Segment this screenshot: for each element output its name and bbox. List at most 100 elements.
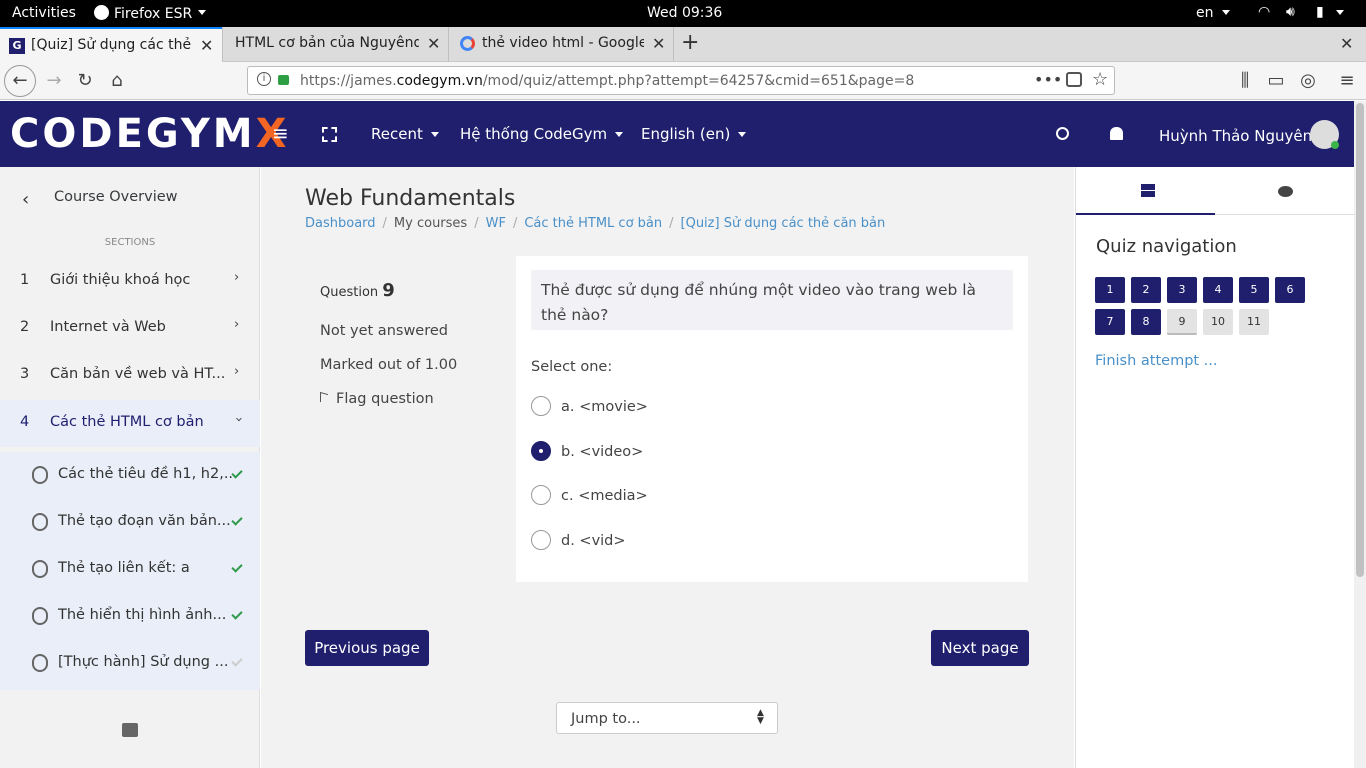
- firefox-app-menu[interactable]: Firefox ESR: [94, 5, 207, 22]
- recent-menu[interactable]: Recent: [371, 125, 439, 143]
- quiz-nav-button[interactable]: 3: [1167, 277, 1197, 303]
- home-icon[interactable]: ⌂: [103, 68, 131, 96]
- tab-quiz[interactable]: G [Quiz] Sử dụng các thẻ că ✕: [0, 27, 222, 62]
- extension-icon[interactable]: ◎: [1294, 68, 1322, 96]
- quiz-nav-button[interactable]: 5: [1239, 277, 1269, 303]
- back-arrow-icon[interactable]: ←: [4, 65, 36, 97]
- quiz-nav-button[interactable]: 11: [1239, 309, 1269, 335]
- keyboard-layout[interactable]: en: [1196, 5, 1230, 21]
- activity-item[interactable]: [Thực hành] Sử dụng ...: [0, 640, 260, 690]
- activity-item[interactable]: Các thẻ tiêu đề h1, h2,...: [0, 452, 260, 499]
- activity-item[interactable]: Thẻ tạo liên kết: a: [0, 546, 260, 593]
- avatar[interactable]: [1310, 120, 1339, 149]
- document-icon: [32, 654, 48, 672]
- document-icon: [32, 466, 48, 484]
- option-c-radio[interactable]: [531, 485, 551, 505]
- chevron-left-icon[interactable]: ‹: [22, 189, 29, 210]
- quiz-nav-button[interactable]: 8: [1131, 309, 1161, 335]
- library-icon[interactable]: ⫼: [1231, 68, 1259, 96]
- user-name[interactable]: Huỳnh Thảo Nguyên: [1159, 127, 1312, 145]
- scrollbar-thumb[interactable]: [1356, 103, 1364, 577]
- tab-blocks[interactable]: [1076, 167, 1215, 215]
- grid-icon: [1141, 184, 1155, 197]
- google-favicon-icon: [460, 36, 475, 51]
- section-item[interactable]: 3 Căn bản về web và HT... ›: [0, 352, 260, 399]
- close-icon[interactable]: ✕: [652, 34, 665, 53]
- breadcrumb-link[interactable]: Dashboard: [305, 216, 376, 231]
- archive-icon[interactable]: [122, 723, 138, 737]
- scrollbar[interactable]: [1354, 101, 1366, 768]
- bookmark-star-icon[interactable]: ☆: [1092, 69, 1108, 90]
- tab-html[interactable]: HTML cơ bản của Nguyêndg ✕: [222, 27, 448, 62]
- quiz-nav-button[interactable]: 4: [1203, 277, 1233, 303]
- codegym-logo[interactable]: CODEGYMX: [10, 110, 289, 158]
- close-window-icon[interactable]: ✕: [1340, 34, 1353, 53]
- finish-attempt-link[interactable]: Finish attempt ...: [1095, 353, 1218, 369]
- tab-strip: G [Quiz] Sử dụng các thẻ că ✕ HTML cơ bả…: [0, 27, 1366, 62]
- reload-icon[interactable]: ↻: [71, 68, 99, 96]
- close-icon[interactable]: ✕: [427, 34, 440, 53]
- chevron-right-icon: ›: [234, 317, 240, 332]
- question-text: Thẻ được sử dụng để nhúng một video vào …: [541, 281, 977, 324]
- course-overview-link[interactable]: Course Overview: [54, 189, 178, 205]
- quiz-nav-button[interactable]: 2: [1131, 277, 1161, 303]
- codegym-favicon-icon: G: [9, 38, 25, 54]
- checkmark-icon: [231, 608, 243, 620]
- option-d-label[interactable]: d. <vid>: [561, 533, 626, 549]
- info-icon[interactable]: i: [257, 72, 271, 86]
- activity-item[interactable]: Thẻ hiển thị hình ảnh...: [0, 593, 260, 640]
- flag-icon: [320, 391, 328, 405]
- jump-to-select[interactable]: Jump to... ▲ ▼: [556, 702, 778, 734]
- option-d-radio[interactable]: [531, 530, 551, 550]
- chat-bubble-icon: [1278, 186, 1293, 197]
- option-a-label[interactable]: a. <movie>: [561, 399, 648, 415]
- system-menu[interactable]: Hệ thống CodeGym: [460, 125, 624, 143]
- forward-arrow-icon[interactable]: →: [40, 68, 68, 96]
- option-b-radio[interactable]: [531, 441, 551, 461]
- section-item[interactable]: 1 Giới thiệu khoá học ›: [0, 258, 260, 305]
- quiz-nav-button-current[interactable]: 9: [1167, 309, 1197, 335]
- sidebar-icon[interactable]: ▭: [1262, 68, 1290, 96]
- previous-page-button[interactable]: Previous page: [305, 630, 429, 666]
- page-actions-icon[interactable]: •••: [1034, 70, 1062, 89]
- option-c-label[interactable]: c. <media>: [561, 488, 648, 504]
- wifi-icon[interactable]: ◠: [1258, 4, 1270, 20]
- flag-question[interactable]: Flag question: [320, 391, 434, 407]
- select-arrows-icon: ▲ ▼: [757, 708, 764, 726]
- clock[interactable]: Wed 09:36: [647, 5, 722, 21]
- quiz-navigation-block: Quiz navigation: [1075, 167, 1355, 768]
- drawer-toggle-icon[interactable]: ≡: [272, 121, 289, 145]
- quiz-nav-button[interactable]: 6: [1275, 277, 1305, 303]
- volume-icon[interactable]: 🔊︎: [1286, 4, 1295, 20]
- fullscreen-icon[interactable]: [322, 127, 337, 142]
- quiz-nav-button[interactable]: 10: [1203, 309, 1233, 335]
- breadcrumb-link[interactable]: Các thẻ HTML cơ bản: [524, 216, 662, 231]
- pocket-icon[interactable]: [1066, 72, 1082, 87]
- activity-item[interactable]: Thẻ tạo đoạn văn bản...: [0, 499, 260, 546]
- option-a-radio[interactable]: [531, 396, 551, 416]
- breadcrumb-link[interactable]: [Quiz] Sử dụng các thẻ căn bản: [681, 216, 886, 231]
- chevron-right-icon: ›: [234, 364, 240, 379]
- option-b-label[interactable]: b. <video>: [561, 444, 643, 460]
- tab-messages[interactable]: [1215, 167, 1355, 215]
- address-bar[interactable]: i https://james.codegym.vn/mod/quiz/atte…: [247, 66, 1115, 95]
- breadcrumb-link[interactable]: WF: [486, 216, 506, 231]
- close-icon[interactable]: ✕: [200, 36, 213, 55]
- new-tab-plus-icon[interactable]: +: [681, 30, 699, 55]
- hamburger-menu-icon[interactable]: ≡: [1333, 68, 1361, 96]
- bell-icon[interactable]: [1110, 127, 1123, 140]
- next-page-button[interactable]: Next page: [931, 630, 1029, 666]
- site-header: CODEGYMX ≡ Recent Hệ thống CodeGym Engli…: [0, 101, 1354, 167]
- quiz-nav-button[interactable]: 7: [1095, 309, 1125, 335]
- quiz-nav-button[interactable]: 1: [1095, 277, 1125, 303]
- search-icon[interactable]: [1056, 127, 1069, 140]
- language-menu[interactable]: English (en): [641, 125, 747, 143]
- section-item-active[interactable]: 4 Các thẻ HTML cơ bản ›: [0, 400, 260, 447]
- chevron-right-icon: ›: [234, 270, 240, 285]
- section-item[interactable]: 2 Internet và Web ›: [0, 305, 260, 352]
- tab-google[interactable]: thẻ video html - Google S ✕: [448, 27, 674, 62]
- lock-icon[interactable]: [278, 75, 289, 85]
- activities-button[interactable]: Activities: [12, 5, 76, 21]
- checkmark-icon: [231, 514, 243, 526]
- battery-icon[interactable]: ▮: [1316, 4, 1324, 20]
